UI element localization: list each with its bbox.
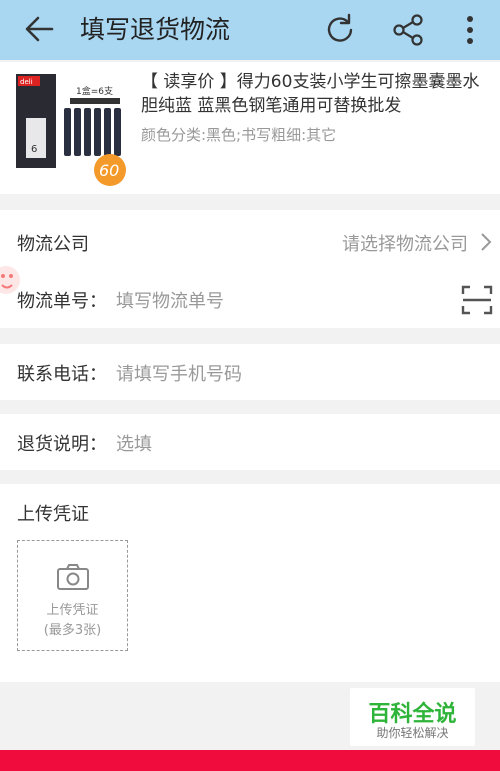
logistics-company-row[interactable]: 物流公司 请选择物流公司 (0, 210, 500, 272)
upload-section-title: 上传凭证 (17, 504, 89, 525)
tracking-number-label: 物流单号： (17, 291, 107, 312)
watermark-subtitle: 助你轻松解决 (376, 726, 449, 740)
more-vert-icon[interactable] (458, 12, 482, 48)
note-input[interactable]: 选填 (116, 430, 152, 456)
watermark-logo: 百科全说 助你轻松解决 (350, 688, 475, 746)
logistics-company-label: 物流公司 (17, 234, 89, 255)
logistics-section: 物流公司 请选择物流公司 物流单号： 填写物流单号 (0, 210, 500, 328)
upload-limit-label: (最多3张) (43, 623, 102, 638)
camera-icon (56, 563, 90, 595)
scan-icon[interactable] (461, 284, 493, 320)
svg-text:deli: deli (20, 78, 33, 86)
product-attributes: 颜色分类:黑色;书写粗细:其它 (141, 126, 337, 144)
floating-avatar-icon[interactable] (0, 260, 26, 304)
phone-label: 联系电话： (17, 364, 107, 385)
page-title: 填写退货物流 (80, 15, 231, 44)
logistics-company-select[interactable]: 请选择物流公司 (342, 230, 468, 256)
svg-text:6: 6 (31, 144, 37, 155)
product-title: 【 读享价 】得力60支装小学生可擦墨囊墨水胆纯蓝 蓝黑色钢笔通用可替换批发 (141, 72, 480, 116)
share-icon[interactable] (390, 12, 426, 48)
app-bar: 填写退货物流 (0, 0, 500, 60)
back-arrow-icon[interactable] (22, 14, 56, 44)
refresh-icon[interactable] (322, 12, 358, 48)
svg-text:60: 60 (99, 161, 119, 180)
product-image: deli 6 1盒=6支 60 (14, 68, 126, 188)
phone-input[interactable]: 请填写手机号码 (116, 360, 242, 386)
upload-button-label: 上传凭证 (46, 603, 99, 618)
tracking-number-row: 物流单号： 填写物流单号 (0, 272, 500, 328)
upload-button[interactable]: 上传凭证 (最多3张) (17, 540, 128, 651)
chevron-right-icon (479, 232, 493, 256)
note-label: 退货说明： (17, 434, 107, 455)
product-card[interactable]: deli 6 1盒=6支 60 【 读享价 】得力60支装小学生可擦墨囊墨水胆纯… (0, 62, 500, 194)
note-row: 退货说明： 选填 (0, 414, 500, 470)
bottom-submit-bar[interactable] (0, 750, 500, 771)
svg-text:1盒=6支: 1盒=6支 (76, 85, 113, 97)
tracking-number-input[interactable]: 填写物流单号 (116, 287, 224, 313)
phone-row: 联系电话： 请填写手机号码 (0, 344, 500, 400)
